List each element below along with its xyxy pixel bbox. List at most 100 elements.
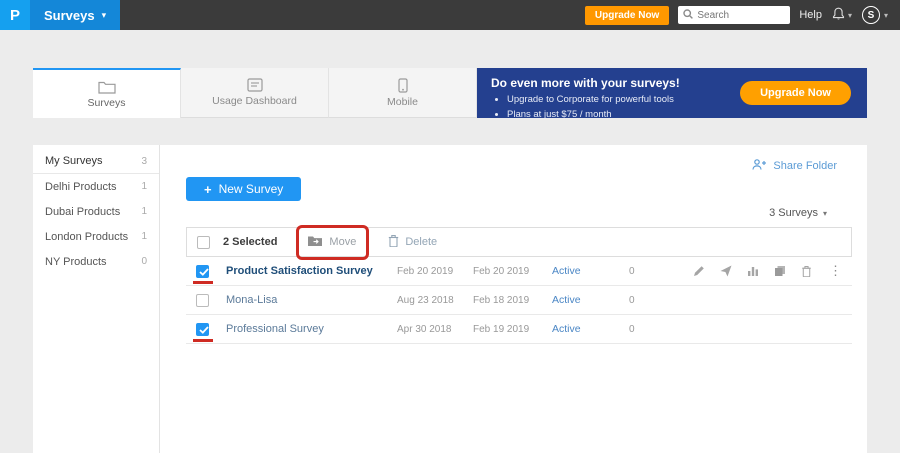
modified-date: Feb 20 2019 <box>473 266 552 277</box>
folder-count: 0 <box>141 256 147 267</box>
table-row: Product Satisfaction Survey Feb 20 2019 … <box>186 257 852 286</box>
tabs-banner-row: Surveys Usage Dashboard Mobile Do even m… <box>33 68 867 118</box>
created-date: Feb 20 2019 <box>397 266 473 277</box>
dashboard-icon <box>247 78 263 92</box>
share-folder-link[interactable]: Share Folder <box>752 159 837 173</box>
row-checkbox-wrap <box>196 265 209 278</box>
folder-icon <box>98 80 116 94</box>
folder-count: 3 <box>141 156 147 167</box>
folder-label: My Surveys <box>45 155 102 167</box>
modified-date: Feb 18 2019 <box>473 295 552 306</box>
tab-label: Surveys <box>88 97 126 109</box>
move-button[interactable]: Move <box>303 233 360 252</box>
survey-list-panel: Share Folder + New Survey 3 Surveys ▾ 2 … <box>161 145 867 453</box>
tab-usage-dashboard[interactable]: Usage Dashboard <box>181 68 329 118</box>
chevron-down-icon: ▾ <box>823 209 827 218</box>
folder-label: Dubai Products <box>45 206 120 218</box>
tab-mobile[interactable]: Mobile <box>329 68 477 118</box>
sidebar-item-dubai-products[interactable]: Dubai Products 1 <box>33 199 159 224</box>
folder-sidebar: My Surveys 3 Delhi Products 1 Dubai Prod… <box>33 145 160 453</box>
new-survey-label: New Survey <box>219 182 284 196</box>
move-label: Move <box>329 236 356 248</box>
tab-label: Mobile <box>387 96 418 108</box>
responses-count: 0 <box>629 266 669 277</box>
surveys-menu-label: Surveys <box>44 8 95 23</box>
row-checkbox-wrap <box>196 294 209 307</box>
bell-icon <box>832 7 845 24</box>
status-badge: Active <box>552 323 629 335</box>
row-checkbox-wrap <box>196 323 209 336</box>
folder-label: Delhi Products <box>45 181 117 193</box>
reports-chart-icon[interactable] <box>747 265 759 277</box>
status-badge: Active <box>552 294 629 306</box>
folder-count: 1 <box>141 181 147 192</box>
folder-count: 1 <box>141 231 147 242</box>
table-row: Professional Survey Apr 30 2018 Feb 19 2… <box>186 315 852 344</box>
survey-title-link[interactable]: Professional Survey <box>226 323 397 335</box>
app-logo[interactable]: P <box>0 0 30 30</box>
view-tabs: Surveys Usage Dashboard Mobile <box>33 68 477 118</box>
modified-date: Feb 19 2019 <box>473 324 552 335</box>
account-menu[interactable]: S ▾ <box>862 6 888 24</box>
responses-count: 0 <box>629 324 669 335</box>
share-folder-icon <box>752 159 767 173</box>
help-link[interactable]: Help <box>799 9 822 21</box>
survey-count-label: 3 Surveys <box>769 207 818 219</box>
folder-label: London Products <box>45 231 128 243</box>
row-checkbox[interactable] <box>196 265 209 278</box>
banner-bullet: Plans at just $75 / month <box>507 108 853 123</box>
delete-label: Delete <box>405 236 437 248</box>
table-row: Mona-Lisa Aug 23 2018 Feb 18 2019 Active… <box>186 286 852 315</box>
search-icon <box>683 9 693 22</box>
annotation-underline <box>193 339 213 342</box>
topbar-upgrade-button[interactable]: Upgrade Now <box>585 6 669 25</box>
row-actions: ⋮ <box>693 263 842 279</box>
chevron-down-icon: ▾ <box>102 10 107 21</box>
trash-icon[interactable] <box>801 265 812 277</box>
bulk-action-toolbar: 2 Selected Move Delete <box>186 227 852 257</box>
search-input[interactable] <box>697 10 785 21</box>
status-badge: Active <box>552 265 629 277</box>
tab-label: Usage Dashboard <box>212 95 297 107</box>
folder-count: 1 <box>141 206 147 217</box>
tab-surveys[interactable]: Surveys <box>33 68 181 118</box>
survey-title-link[interactable]: Product Satisfaction Survey <box>226 265 397 277</box>
surveys-menu[interactable]: Surveys ▾ <box>30 0 120 30</box>
survey-list: 2 Selected Move Delete <box>186 227 852 344</box>
chevron-down-icon: ▾ <box>884 11 888 20</box>
chevron-down-icon: ▾ <box>848 11 852 20</box>
share-folder-label: Share Folder <box>773 160 837 172</box>
created-date: Aug 23 2018 <box>397 295 473 306</box>
more-options-icon[interactable]: ⋮ <box>829 263 842 279</box>
selected-count-label: 2 Selected <box>223 236 277 248</box>
select-all-checkbox[interactable] <box>197 236 210 249</box>
delete-button[interactable]: Delete <box>388 234 437 250</box>
copy-icon[interactable] <box>774 265 786 277</box>
folder-label: NY Products <box>45 256 107 268</box>
content-panel: My Surveys 3 Delhi Products 1 Dubai Prod… <box>33 145 867 453</box>
send-icon[interactable] <box>720 265 732 277</box>
created-date: Apr 30 2018 <box>397 324 473 335</box>
mobile-icon <box>398 78 408 93</box>
survey-count-dropdown[interactable]: 3 Surveys ▾ <box>769 207 827 219</box>
row-checkbox[interactable] <box>196 323 209 336</box>
sidebar-item-my-surveys[interactable]: My Surveys 3 <box>33 149 159 174</box>
sidebar-item-london-products[interactable]: London Products 1 <box>33 224 159 249</box>
edit-pencil-icon[interactable] <box>693 265 705 277</box>
avatar: S <box>862 6 880 24</box>
move-folder-icon <box>307 235 323 250</box>
responses-count: 0 <box>629 295 669 306</box>
top-bar: P Surveys ▾ Upgrade Now Help ▾ S ▾ <box>0 0 900 30</box>
sidebar-item-ny-products[interactable]: NY Products 0 <box>33 249 159 274</box>
annotation-underline <box>193 281 213 284</box>
search-box[interactable] <box>678 6 790 24</box>
notifications-menu[interactable]: ▾ <box>832 7 852 24</box>
trash-icon <box>388 234 399 250</box>
banner-upgrade-button[interactable]: Upgrade Now <box>740 81 851 105</box>
promo-banner: Do even more with your surveys! Upgrade … <box>477 68 867 118</box>
sidebar-item-delhi-products[interactable]: Delhi Products 1 <box>33 174 159 199</box>
survey-title-link[interactable]: Mona-Lisa <box>226 294 397 306</box>
plus-icon: + <box>204 182 212 197</box>
row-checkbox[interactable] <box>196 294 209 307</box>
new-survey-button[interactable]: + New Survey <box>186 177 301 201</box>
